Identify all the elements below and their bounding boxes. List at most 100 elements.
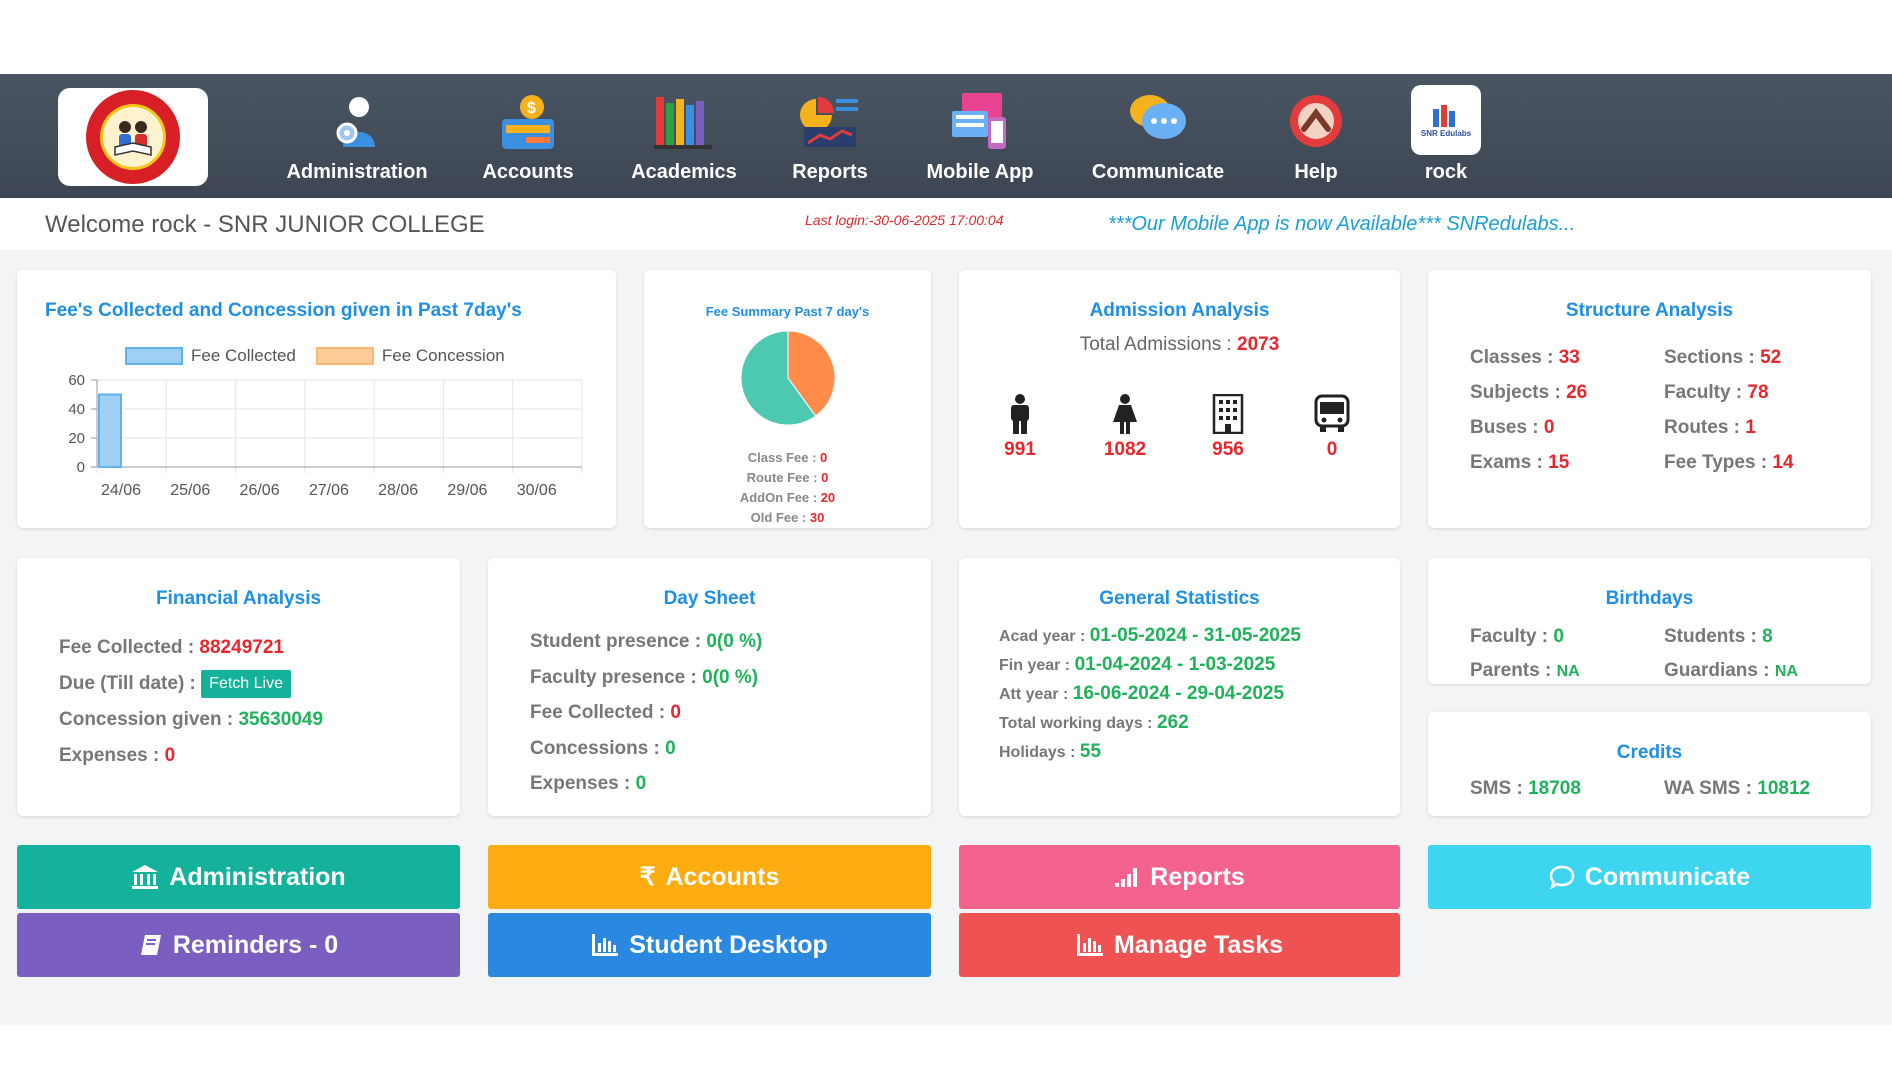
day-sheet-title: Day Sheet [663, 588, 756, 609]
fee-chart-legend[interactable]: Fee Collected Fee Concession [125, 346, 505, 366]
total-admissions: Total Admissions : 2073 [1079, 334, 1280, 355]
birthdays-title: Birthdays [1605, 588, 1694, 609]
page-footer-space [0, 1025, 1892, 1081]
nav-academics[interactable]: Academics [622, 84, 746, 194]
day-sheet-expenses: Expenses : 0 [530, 773, 647, 794]
nav-accounts[interactable]: $ Accounts [468, 84, 588, 194]
svg-text:$: $ [527, 100, 536, 117]
structure-classes: Classes : 33 [1470, 347, 1580, 368]
administration-button[interactable]: Administration [17, 845, 460, 909]
day-sheet-fee-collected: Fee Collected : 0 [530, 702, 681, 723]
welcome-text: Welcome rock - SNR JUNIOR COLLEGE [45, 211, 485, 238]
nav-communicate[interactable]: Communicate [1085, 84, 1231, 194]
nav-accounts-label: Accounts [482, 161, 574, 183]
nav-user-label: rock [1424, 161, 1468, 183]
admission-female-count: 1082 [1103, 439, 1147, 460]
rupee-icon: ₹ [639, 863, 656, 891]
manage-tasks-button-label: Manage Tasks [1113, 930, 1284, 959]
structure-routes: Routes : 1 [1664, 417, 1756, 438]
legend-fee-concession-swatch [315, 347, 374, 365]
announcement-marquee[interactable]: ***Our Mobile App is now Available*** SN… [1108, 213, 1575, 236]
female-icon [1113, 394, 1137, 434]
fee-summary-row-class: Class Fee : 0 [747, 450, 828, 465]
nav-help[interactable]: Help [1268, 84, 1364, 194]
legend-fee-collected-swatch [125, 347, 183, 365]
day-sheet-concessions: Concessions : 0 [530, 737, 676, 759]
financial-expenses: Expenses : 0 [59, 745, 176, 766]
general-title: General Statistics [1099, 588, 1260, 609]
mobile-app-icon [948, 91, 1012, 155]
accounts-icon: $ [496, 91, 560, 155]
birthdays-students: Students : 8 [1664, 626, 1773, 647]
communicate-icon [1126, 91, 1190, 155]
nav-mobile-app[interactable]: Mobile App [910, 84, 1050, 194]
admission-building[interactable]: 956 [1193, 393, 1263, 461]
student-desktop-button[interactable]: Student Desktop [488, 913, 931, 977]
top-navbar: Administration $ Accounts Academics Repo… [0, 74, 1892, 198]
reminders-button[interactable]: Reminders - 0 [17, 913, 460, 977]
nav-administration[interactable]: Administration [282, 84, 432, 194]
general-working-days: Total working days : 262 [999, 712, 1189, 733]
general-holidays: Holidays : 55 [999, 741, 1102, 762]
reports-icon [798, 91, 862, 155]
general-statistics-card: General Statistics Acad year : 01-05-202… [959, 558, 1400, 816]
structure-analysis-card: Structure Analysis Classes : 33 Subjects… [1428, 270, 1871, 528]
communicate-button-label: Communicate [1584, 862, 1751, 891]
fee-pie-chart [740, 330, 836, 426]
admission-male[interactable]: 991 [985, 394, 1055, 461]
reports-button[interactable]: Reports [959, 845, 1400, 909]
bus-icon [1314, 394, 1350, 432]
reports-button-label: Reports [1150, 862, 1245, 891]
bar-chart-icon [1076, 934, 1103, 956]
fetch-live-button[interactable]: Fetch Live [201, 669, 291, 698]
x-tick-label: 24/06 [101, 482, 141, 499]
communicate-button[interactable]: Communicate [1428, 845, 1871, 909]
admission-male-count: 991 [1004, 439, 1036, 460]
structure-subjects: Subjects : 26 [1470, 382, 1588, 403]
nav-reports[interactable]: Reports [780, 84, 880, 194]
day-sheet-card: Day Sheet Student presence : 0(0 %) Facu… [488, 558, 931, 816]
structure-title: Structure Analysis [1565, 300, 1734, 321]
x-tick-label: 29/06 [447, 482, 487, 499]
general-att-year: Att year : 16-06-2024 - 29-04-2025 [999, 683, 1285, 704]
financial-title: Financial Analysis [155, 588, 322, 609]
admission-bus[interactable]: 0 [1297, 394, 1367, 461]
financial-analysis-card: Financial Analysis Fee Collected : 88249… [17, 558, 460, 816]
admission-bus-count: 0 [1326, 439, 1338, 460]
fee-summary-list: Class Fee : 0 Route Fee : 0 AddOn Fee : … [644, 448, 931, 528]
admission-female[interactable]: 1082 [1090, 394, 1160, 461]
fee-summary-title: Fee Summary Past 7 day's [705, 304, 870, 319]
fee-chart-title: Fee's Collected and Concession given in … [45, 300, 522, 321]
user-avatar-icon: SNR Edulabs [1411, 85, 1481, 155]
nav-user-rock[interactable]: SNR Edulabs rock [1400, 84, 1492, 194]
financial-concession: Concession given : 35630049 [59, 709, 324, 730]
financial-fee-collected: Fee Collected : 88249721 [59, 637, 284, 658]
general-fin-year: Fin year : 01-04-2024 - 1-03-2025 [999, 654, 1276, 675]
birthdays-left-col: Faculty : 0 Parents : NA [1470, 620, 1580, 689]
structure-faculty: Faculty : 78 [1664, 382, 1769, 403]
y-tick-label: 0 [77, 459, 85, 476]
school-logo[interactable] [58, 88, 208, 186]
admission-analysis-card: Admission Analysis Total Admissions : 20… [959, 270, 1400, 528]
day-sheet-faculty-presence: Faculty presence : 0(0 %) [530, 666, 759, 688]
legend-fee-concession: Fee Concession [381, 346, 505, 365]
structure-right-col: Sections : 52 Faculty : 78 Routes : 1 Fe… [1664, 340, 1794, 480]
fee-chart-card: Fee's Collected and Concession given in … [17, 270, 616, 528]
signal-bars-icon [1115, 868, 1138, 887]
accounts-button[interactable]: ₹ Accounts [488, 845, 931, 909]
nav-help-label: Help [1294, 161, 1338, 183]
structure-left-col: Classes : 33 Subjects : 26 Buses : 0 Exa… [1470, 340, 1587, 480]
book-icon [140, 935, 161, 955]
academics-icon [652, 91, 716, 155]
nav-academics-label: Academics [631, 161, 737, 183]
fee-bar-chart: 0 20 40 60 24/06 25/06 26/06 27/06 28/06 29/06 30/… [68, 372, 583, 499]
credits-sms: SMS : 18708 [1470, 778, 1581, 799]
birthdays-right-col: Students : 8 Guardians : NA [1664, 620, 1798, 689]
y-tick-label: 60 [68, 372, 85, 389]
manage-tasks-button[interactable]: Manage Tasks [959, 913, 1400, 977]
last-login-text: Last login:-30-06-2025 17:00:04 [805, 212, 1004, 228]
bank-icon [132, 865, 159, 889]
fee-summary-card: Fee Summary Past 7 day's Class Fee : 0 R… [644, 270, 931, 528]
financial-due: Due (Till date) : Fetch Live [59, 666, 323, 702]
credits-card: Credits SMS : 18708 WA SMS : 10812 [1428, 712, 1871, 816]
